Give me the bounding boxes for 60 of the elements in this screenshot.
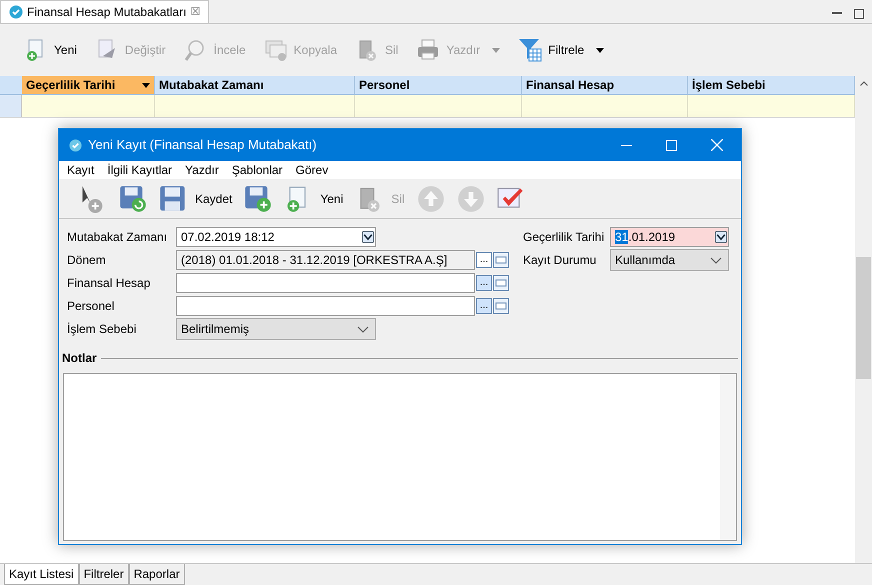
dropdown-field[interactable]: Kullanımda (610, 249, 729, 271)
dropdown-chevron-icon[interactable] (362, 231, 374, 243)
dropdown-caret-icon (492, 48, 500, 52)
view-tab[interactable]: Finansal Hesap Mutabakatları ☒ (0, 0, 210, 23)
field-label: İşlem Sebebi (67, 321, 138, 338)
browse-button[interactable]: ... (476, 298, 492, 314)
list-window-icon[interactable] (493, 252, 509, 268)
date-field[interactable]: 31.01.2019 (610, 227, 729, 247)
list-window-icon[interactable] (493, 298, 509, 314)
toolbar-button[interactable]: Filtrele (516, 30, 606, 70)
dropdown-chevron-icon[interactable] (715, 231, 727, 243)
menu-item[interactable]: Görev (296, 161, 328, 179)
menu-item[interactable]: Yazdır (185, 161, 219, 179)
menu-item[interactable]: Şablonlar (232, 161, 283, 179)
section-label: Notlar (62, 350, 97, 367)
down-arrow-circle-icon (456, 184, 485, 212)
lookup-field[interactable] (176, 296, 475, 316)
dropdown-caret-icon (596, 48, 604, 52)
field-label: Kayıt Durumu (523, 252, 598, 269)
field-label: Personel (67, 298, 116, 315)
floppy-add-icon (244, 184, 272, 212)
close-icon[interactable] (711, 139, 723, 151)
floppy-refresh-icon (119, 184, 147, 212)
funnel-table-icon (518, 38, 542, 62)
tab[interactable]: Filtreler (78, 564, 129, 585)
menu-item[interactable]: İlgili Kayıtlar (107, 161, 172, 179)
date-field[interactable]: 07.02.2019 18:12 (176, 227, 376, 247)
field-label: Mutabakat Zamanı (67, 229, 168, 246)
toolbar-button[interactable]: Kaydet (159, 182, 232, 214)
printer-icon (416, 38, 440, 62)
tab[interactable]: Raporlar (128, 564, 185, 585)
tab-title: Finansal Hesap Mutabakatları (27, 4, 186, 21)
field-label: Geçerlilik Tarihi (523, 229, 606, 246)
field-label: Finansal Hesap (67, 275, 152, 292)
scroll-up-icon[interactable] (860, 81, 868, 86)
stacked-windows-icon (264, 38, 288, 62)
notes-field[interactable] (63, 373, 737, 541)
field-label: Dönem (67, 252, 107, 269)
close-icon[interactable]: ☒ (190, 4, 200, 20)
minimize-icon[interactable] (621, 144, 632, 146)
lookup-field[interactable] (176, 273, 475, 293)
toolbar-button[interactable]: Yeni (22, 30, 79, 70)
browse-button[interactable]: ... (476, 252, 492, 268)
tab[interactable]: Kayıt Listesi (4, 564, 79, 585)
list-window-icon[interactable] (493, 275, 509, 291)
menu-item[interactable]: Kayıt (67, 161, 94, 179)
scroll-thumb[interactable] (856, 257, 871, 379)
dropdown-field[interactable]: Belirtilmemiş (176, 318, 376, 340)
lookup-field[interactable]: (2018) 01.01.2018 - 31.12.2019 [ORKESTRA A.Ş] (176, 250, 475, 270)
up-arrow-circle-icon (416, 184, 445, 212)
dialog-title: Yeni Kayıt (Finansal Hesap Mutabakatı) (88, 136, 317, 154)
toolbar-button[interactable]: Yeni (284, 182, 344, 214)
scrollbar[interactable] (855, 76, 872, 563)
maximize-icon[interactable] (854, 9, 864, 19)
check-circle-icon (69, 138, 82, 152)
column-header[interactable]: Geçerlilik Tarihi (22, 76, 155, 94)
sort-caret-icon (142, 82, 150, 88)
check-circle-icon (9, 5, 23, 19)
browse-button[interactable]: ... (476, 275, 492, 291)
minimize-icon[interactable] (832, 12, 842, 15)
